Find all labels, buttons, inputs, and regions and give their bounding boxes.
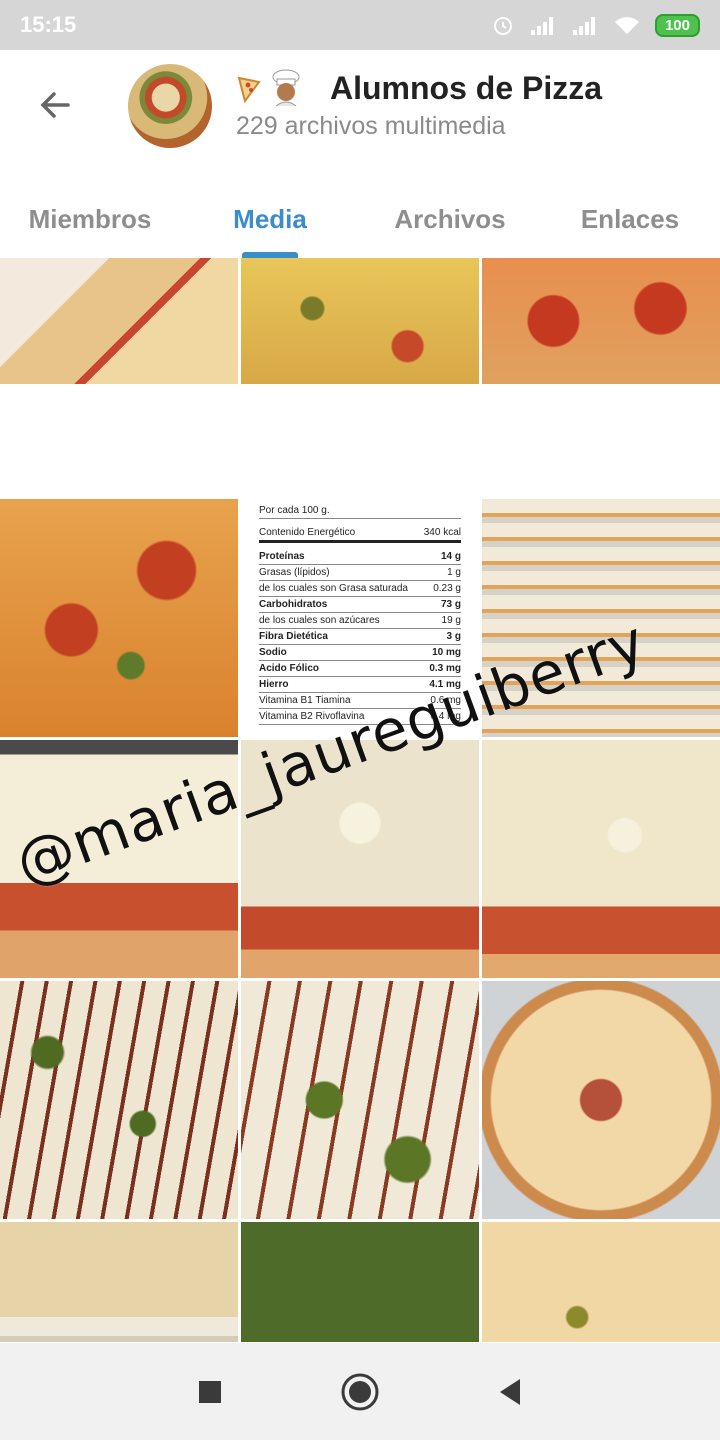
- chef-icon: [272, 69, 300, 107]
- tab-miembros[interactable]: Miembros: [0, 180, 180, 258]
- media-thumbnail[interactable]: [482, 258, 720, 384]
- media-count: 229 archivos multimedia: [236, 112, 506, 140]
- media-thumbnail[interactable]: [241, 981, 479, 1219]
- media-thumbnail[interactable]: [0, 1222, 238, 1342]
- media-thumbnail[interactable]: [482, 1222, 720, 1342]
- nutrition-row: Hierro 4.1 mg: [259, 677, 461, 693]
- media-thumbnail[interactable]: [482, 499, 720, 737]
- nutrition-heading: Por cada 100 g.: [259, 503, 461, 519]
- nutrition-row: Grasas (lípidos) 1 g: [259, 565, 461, 581]
- status-bar: 15:15 100: [0, 0, 720, 50]
- nutrition-label-image[interactable]: Por cada 100 g. Contenido Energético 340…: [241, 499, 479, 737]
- media-thumbnail[interactable]: [241, 258, 479, 384]
- signal-icon-2: [572, 17, 595, 35]
- signal-icon: [530, 17, 553, 35]
- triangle-back-icon: [500, 1378, 520, 1405]
- system-nav-bar: [0, 1343, 720, 1440]
- arrow-left-icon: [40, 92, 70, 118]
- tab-enlaces[interactable]: Enlaces: [540, 180, 720, 258]
- nutrition-row: de los cuales son azúcares 19 g: [259, 613, 461, 629]
- nutrition-energy-label: Contenido Energético: [259, 527, 356, 538]
- nutrition-row: Proteínas 14 g: [259, 549, 461, 565]
- media-thumbnail[interactable]: [0, 981, 238, 1219]
- square-icon: [199, 1380, 221, 1403]
- nutrition-row: Fibra Dietética 3 g: [259, 629, 461, 645]
- media-thumbnail[interactable]: [241, 740, 479, 978]
- nutrition-heading-text: Por cada 100 g.: [259, 505, 330, 516]
- nutrition-energy-value: 340 kcal: [423, 527, 461, 538]
- back-nav-button[interactable]: [485, 1367, 535, 1417]
- alarm-icon: [493, 17, 512, 35]
- status-icons: 100: [491, 13, 700, 37]
- back-button[interactable]: [30, 80, 80, 130]
- media-thumbnail[interactable]: [482, 740, 720, 978]
- status-time: 15:15: [20, 12, 77, 37]
- title-emoji: [236, 68, 306, 108]
- media-thumbnail[interactable]: [241, 1222, 479, 1342]
- tab-bar: Miembros Media Archivos Enlaces: [0, 180, 720, 258]
- nutrition-row: Acido Fólico 0.3 mg: [259, 661, 461, 677]
- media-thumbnail[interactable]: [0, 740, 238, 978]
- nutrition-energy-row: Contenido Energético 340 kcal: [259, 525, 461, 543]
- circle-icon: [341, 1373, 379, 1410]
- home-button[interactable]: [335, 1367, 385, 1417]
- recents-button[interactable]: [185, 1367, 235, 1417]
- nutrition-row: Sodio 10 mg: [259, 645, 461, 661]
- group-title[interactable]: Alumnos de Pizza: [330, 70, 602, 107]
- nutrition-row: Vitamina B2 Rivoflavina 0.4 mg: [259, 709, 461, 725]
- media-thumbnail[interactable]: [0, 499, 238, 737]
- nutrition-row: Vitamina B1 Tiamina 0.6 mg: [259, 693, 461, 709]
- battery-indicator: 100: [654, 13, 700, 37]
- chat-header: Alumnos de Pizza 229 archivos multimedia: [0, 50, 720, 180]
- media-thumbnail[interactable]: [0, 258, 238, 384]
- wifi-icon: [614, 17, 639, 34]
- nutrition-row: Carbohidratos 73 g: [259, 597, 461, 613]
- nutrition-row: de los cuales son Grasa saturada 0.23 g: [259, 581, 461, 597]
- pizza-icon: [237, 76, 261, 103]
- tab-media[interactable]: Media: [180, 180, 360, 258]
- media-thumbnail[interactable]: [482, 981, 720, 1219]
- tab-archivos[interactable]: Archivos: [360, 180, 540, 258]
- group-avatar[interactable]: [128, 64, 212, 148]
- media-grid: Por cada 100 g. Contenido Energético 340…: [0, 258, 720, 1342]
